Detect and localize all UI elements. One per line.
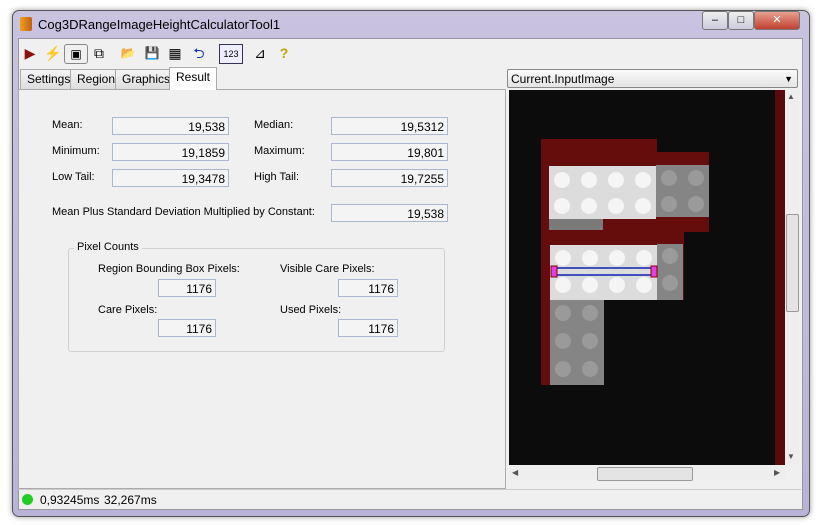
resize-handle[interactable] bbox=[650, 265, 658, 278]
high-tail-field: 19,7255 bbox=[331, 169, 448, 187]
status-time-1: 0,93245ms bbox=[40, 493, 100, 507]
save-as-icon[interactable]: ▦ bbox=[165, 44, 185, 62]
scroll-down-icon[interactable]: ▼ bbox=[787, 452, 795, 461]
used-pixels-label: Used Pixels: bbox=[280, 304, 342, 316]
high-tail-label: High Tail: bbox=[254, 171, 300, 183]
image-display[interactable] bbox=[509, 90, 785, 465]
resize-handle[interactable] bbox=[550, 265, 558, 278]
mean-field: 19,538 bbox=[112, 117, 229, 135]
care-pixels-label: Care Pixels: bbox=[98, 304, 158, 316]
region-bbox-label: Region Bounding Box Pixels: bbox=[98, 263, 240, 275]
visible-care-label: Visible Care Pixels: bbox=[280, 263, 375, 275]
horizontal-scrollbar[interactable]: ◀ ▶ bbox=[509, 466, 785, 481]
median-label: Median: bbox=[254, 119, 294, 131]
save-icon[interactable]: 💾 bbox=[142, 44, 162, 62]
status-time-2: 32,267ms bbox=[104, 493, 157, 507]
low-tail-label: Low Tail: bbox=[52, 171, 95, 183]
mean-label: Mean: bbox=[52, 119, 83, 131]
help-icon[interactable]: ? bbox=[274, 44, 294, 62]
maximum-field: 19,801 bbox=[331, 143, 448, 161]
minimum-field: 19,1859 bbox=[112, 143, 229, 161]
image-selector-value: Current.InputImage bbox=[511, 72, 615, 86]
masked-region bbox=[541, 300, 551, 385]
scroll-left-icon[interactable]: ◀ bbox=[512, 468, 518, 477]
numeric-display-icon[interactable]: 123 bbox=[219, 44, 243, 64]
open-folder-icon[interactable]: 📂 bbox=[118, 44, 138, 62]
scroll-right-icon[interactable]: ▶ bbox=[774, 468, 780, 477]
chevron-down-icon: ▼ bbox=[784, 74, 793, 84]
low-tail-field: 19,3478 bbox=[112, 169, 229, 187]
mean-plus-field: 19,538 bbox=[331, 204, 448, 222]
show-controls-icon[interactable]: ▣ bbox=[64, 44, 88, 64]
maximum-label: Maximum: bbox=[254, 145, 305, 157]
lightning-icon[interactable]: ⚡ bbox=[43, 44, 63, 62]
used-pixels-field: 1176 bbox=[338, 319, 398, 337]
minimize-button[interactable]: – bbox=[702, 11, 728, 30]
pointer-ruler-icon[interactable]: ⊿ bbox=[250, 44, 270, 62]
app-icon bbox=[20, 17, 32, 31]
floating-window-icon[interactable]: ⧉ bbox=[89, 44, 109, 62]
vertical-scrollbar[interactable]: ▲ ▼ bbox=[785, 90, 799, 465]
close-button[interactable]: ✕ bbox=[754, 11, 800, 30]
status-bar: 0,93245ms 32,267ms bbox=[18, 489, 801, 509]
scroll-thumb[interactable] bbox=[786, 214, 799, 312]
image-selector-dropdown[interactable]: Current.InputImage ▼ bbox=[507, 69, 798, 88]
tab-settings[interactable]: Settings bbox=[20, 69, 78, 89]
scroll-up-icon[interactable]: ▲ bbox=[787, 92, 795, 101]
tab-graphics[interactable]: Graphics bbox=[115, 69, 178, 89]
reset-icon[interactable]: ⮌ bbox=[189, 44, 209, 62]
region-bbox-field: 1176 bbox=[158, 279, 216, 297]
range-image bbox=[541, 90, 785, 465]
care-pixels-field: 1176 bbox=[158, 319, 216, 337]
tab-result[interactable]: Result bbox=[169, 67, 218, 90]
scroll-thumb[interactable] bbox=[597, 467, 693, 481]
median-field: 19,5312 bbox=[331, 117, 448, 135]
run-icon[interactable]: ▶ bbox=[20, 44, 40, 62]
visible-care-field: 1176 bbox=[338, 279, 398, 297]
brick-gray bbox=[549, 219, 603, 230]
status-ok-icon bbox=[22, 494, 33, 505]
masked-region bbox=[541, 139, 657, 153]
mean-plus-label: Mean Plus Standard Deviation Multiplied … bbox=[52, 206, 315, 218]
maximize-button[interactable]: □ bbox=[728, 11, 754, 30]
edge-region bbox=[775, 90, 785, 465]
minimum-label: Minimum: bbox=[52, 145, 100, 157]
window-title: Cog3DRangeImageHeightCalculatorTool1 bbox=[38, 17, 281, 32]
pixel-counts-title: Pixel Counts bbox=[74, 241, 142, 253]
